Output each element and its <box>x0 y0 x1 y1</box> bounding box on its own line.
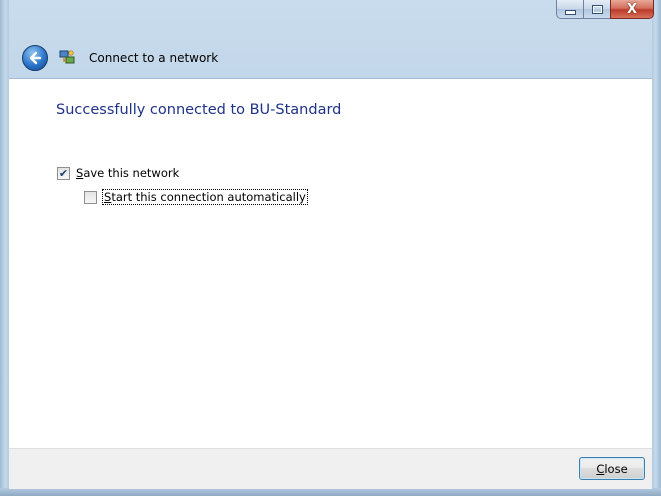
start-automatically-option[interactable]: Start this connection automatically <box>84 189 308 205</box>
maximize-button[interactable] <box>583 0 610 19</box>
back-arrow-icon <box>29 51 42 65</box>
close-button[interactable]: Close <box>579 457 645 480</box>
maximize-icon <box>591 4 603 14</box>
window-frame-bottom <box>0 488 661 496</box>
navigation-bar: Connect to a network <box>9 38 652 78</box>
window-title: Connect to a network <box>89 51 219 65</box>
close-button-label: lose <box>604 461 628 476</box>
network-connection-icon <box>58 49 76 67</box>
save-network-option[interactable]: ✔ Save this network <box>57 166 179 180</box>
window-frame-left <box>0 0 9 496</box>
start-automatically-label[interactable]: Start this connection automatically <box>102 189 308 205</box>
main-content: Successfully connected to BU-Standard ✔ … <box>9 78 652 449</box>
command-area: Close <box>9 448 652 489</box>
close-icon: X <box>626 1 638 17</box>
checkmark-icon: ✔ <box>58 166 69 180</box>
minimize-icon <box>564 9 576 15</box>
minimize-button[interactable] <box>556 0 583 19</box>
window-close-button[interactable]: X <box>610 0 654 19</box>
save-network-checkbox[interactable]: ✔ <box>57 166 70 180</box>
save-network-label[interactable]: Save this network <box>76 166 179 180</box>
start-automatically-checkbox[interactable] <box>84 190 97 204</box>
close-button-accel: C <box>596 461 605 476</box>
window-frame-right <box>652 0 661 496</box>
save-network-label-text: ave this network <box>83 166 180 180</box>
page-heading: Successfully connected to BU-Standard <box>56 102 342 118</box>
start-automatically-label-text: tart this connection automatically <box>111 190 306 204</box>
back-button[interactable] <box>22 45 48 71</box>
caption-buttons: X <box>556 0 654 20</box>
connect-network-window: X Connect to a network Successfully conn… <box>0 0 661 496</box>
